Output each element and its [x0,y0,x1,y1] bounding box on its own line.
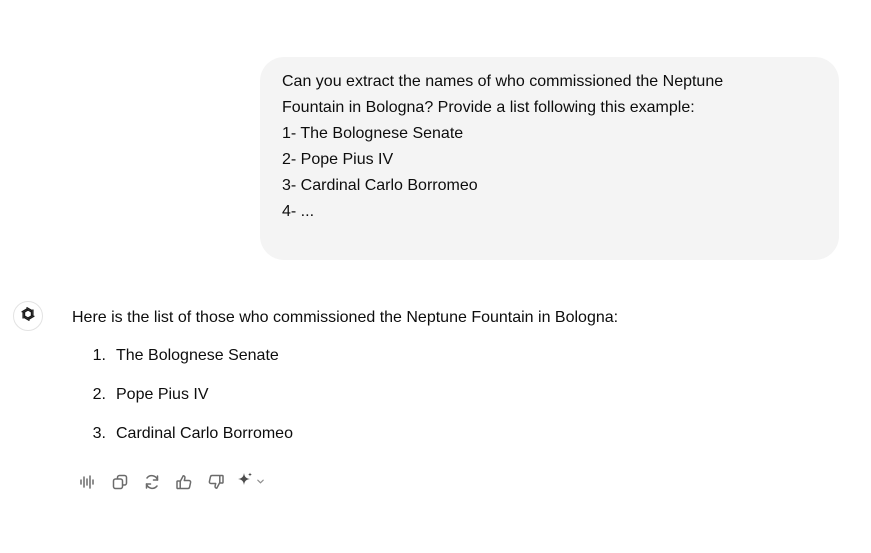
list-item-text: Cardinal Carlo Borromeo [116,425,293,442]
read-aloud-button[interactable] [72,470,104,494]
list-item-number: 2. [92,386,106,403]
thumbs-up-button[interactable] [168,470,200,494]
copy-icon [111,473,129,491]
user-message-line: 3- Cardinal Carlo Borromeo [282,177,478,194]
list-item: 3. Cardinal Carlo Borromeo [72,423,293,462]
list-item-number: 1. [92,347,106,364]
read-aloud-icon [79,473,97,491]
user-message-line: Fountain in Bologna? Provide a list foll… [282,99,695,116]
copy-button[interactable] [104,470,136,494]
list-item: 2. Pope Pius IV [72,384,293,423]
assistant-avatar [13,301,43,331]
list-item-number: 3. [92,425,106,442]
user-message-line: Can you extract the names of who commiss… [282,73,724,90]
thumbs-down-icon [207,473,225,491]
answer-list: 1. The Bolognese Senate 2. Pope Pius IV … [72,345,293,462]
thumbs-up-icon [175,473,193,491]
user-message-line: 4- ... [282,203,315,220]
chevron-down-icon [256,473,265,491]
regenerate-icon [143,473,161,491]
list-item: 1. The Bolognese Senate [72,345,293,384]
list-item-text: Pope Pius IV [116,386,209,403]
switch-model-button[interactable] [232,470,268,494]
thumbs-down-button[interactable] [200,470,232,494]
user-message-line: 2- Pope Pius IV [282,151,394,168]
user-message-bubble: Can you extract the names of who commiss… [260,57,839,260]
user-message-line: 1- The Bolognese Senate [282,125,464,142]
openai-logo-icon [18,304,38,329]
sparkle-icon [236,471,254,494]
message-actions [72,470,268,494]
assistant-intro-text: Here is the list of those who commission… [72,309,619,326]
regenerate-button[interactable] [136,470,168,494]
list-item-text: The Bolognese Senate [116,347,279,364]
